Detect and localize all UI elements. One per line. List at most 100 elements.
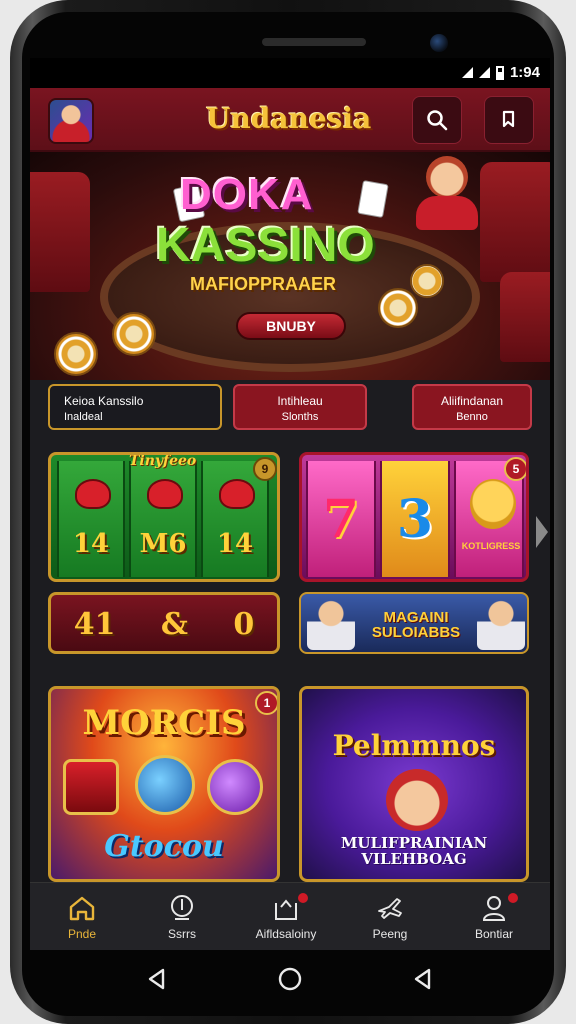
casino-chair <box>500 272 550 362</box>
character-icon <box>386 769 448 831</box>
nav-item-search[interactable]: Ssrrs <box>130 893 234 941</box>
options-button[interactable] <box>484 96 534 144</box>
home-circle-icon[interactable] <box>276 965 304 993</box>
chip-stack-icon <box>112 312 156 356</box>
status-bar: 1:94 <box>30 58 550 88</box>
game-tile-number-strip[interactable]: 41 & 0 <box>48 592 280 654</box>
banner-cta-button[interactable]: BNUBY <box>236 312 346 340</box>
cherry-icon <box>219 479 255 509</box>
game-grid: 14 M6 14 Tinyfeeo 9 7 3 KOTLIGRESS 5 41 … <box>30 436 550 882</box>
game-tile-morcis[interactable]: MORCIS Gtocou 1 <box>48 686 280 882</box>
user-icon <box>482 896 506 921</box>
casino-chair <box>480 162 550 282</box>
category-tab-label: Intihleau <box>277 394 323 408</box>
search-icon <box>427 110 448 131</box>
nav-label: Peeng <box>372 927 408 941</box>
category-tab-label: Aliifindanan <box>440 394 504 408</box>
category-tabs: Keioa Kanssilo Inaldeal Intihleau Slonth… <box>30 380 550 436</box>
game-subtitle: MULIFPRAINIAN VILEHBOAG <box>302 835 526 867</box>
nav-item-play[interactable]: Peeng <box>338 893 442 941</box>
nav-item-home[interactable]: Pnde <box>30 893 134 941</box>
system-navigation-bar <box>30 950 550 1008</box>
strip-number: 0 <box>233 607 255 642</box>
game-subtitle: Gtocou <box>104 829 224 864</box>
bookmark-icon <box>502 110 515 128</box>
chip-stack-icon <box>54 332 98 376</box>
bottom-navigation: Pnde Ssrrs Aifldsaloiny Peeng Bontiar <box>30 882 550 950</box>
reel-symbol: 3 <box>396 489 434 550</box>
category-tab-2[interactable]: Intihleau Slonths <box>233 384 367 430</box>
game-tile-players-strip[interactable]: MAGAINI SULOIABBS <box>299 592 529 654</box>
globe-symbol <box>135 755 195 815</box>
game-title: MORCIS <box>82 703 246 743</box>
category-tab-1[interactable]: Keioa Kanssilo Inaldeal <box>48 384 222 430</box>
signal-icon <box>478 67 490 78</box>
notification-dot <box>298 893 308 903</box>
avatar[interactable] <box>48 98 94 144</box>
nav-label: Pnde <box>67 927 97 941</box>
game-tag: Tinyfeeo <box>129 453 197 469</box>
globe-icon <box>171 895 193 920</box>
app-header: Undanesia <box>30 88 550 152</box>
category-tab-sublabel: Benno <box>456 411 488 423</box>
slot-reel: 3 <box>380 461 450 577</box>
slot-reel: M6 <box>129 461 197 577</box>
game-subtitle-line2: VILEHBOAG <box>361 850 467 868</box>
nav-label: Bontiar <box>474 927 514 941</box>
game-badge: 5 <box>504 457 526 481</box>
reel-value: M6 <box>139 529 187 559</box>
slot-reel: 7 <box>306 461 376 577</box>
nav-item-profile[interactable]: Bontiar <box>442 893 546 941</box>
mascot-icon <box>470 479 516 529</box>
strip-number: & <box>160 607 188 642</box>
battery-icon <box>495 65 504 80</box>
strip-title: MAGAINI SULOIABBS <box>353 610 479 640</box>
front-camera <box>430 34 448 52</box>
app-logo-title: Undanesia <box>206 102 372 135</box>
back-icon[interactable] <box>143 965 171 993</box>
recents-icon[interactable] <box>409 965 437 993</box>
game-badge: 9 <box>253 457 277 481</box>
app-screen: 1:94 Undanesia DOKA KASSINO MAFIOPPRAAER… <box>30 58 550 950</box>
inbox-icon <box>275 899 297 920</box>
slot-reel: 14 <box>57 461 125 577</box>
nav-label: Aifldsaloiny <box>255 927 317 941</box>
category-tab-sublabel: Slonths <box>281 411 319 423</box>
notification-dot <box>508 893 518 903</box>
mascot-label: KOTLIGRESS <box>461 541 521 551</box>
reel-value: 14 <box>72 529 110 559</box>
game-badge: 1 <box>255 691 277 715</box>
casino-chair <box>30 172 90 292</box>
category-tab-sublabel: Inaldeal <box>64 411 103 423</box>
hero-banner[interactable]: DOKA KASSINO MAFIOPPRAAER BNUBY <box>30 152 550 380</box>
strip-numbers: 41 & 0 <box>51 607 277 642</box>
banner-subtitle: MAFIOPPRAAER <box>190 274 337 294</box>
cherry-icon <box>147 479 183 509</box>
category-tab-3[interactable]: Aliifindanan Benno <box>412 384 532 430</box>
banner-title-line1: DOKA <box>180 170 314 219</box>
wifi-icon <box>461 67 473 78</box>
reel-symbol: 7 <box>322 489 360 550</box>
carousel-next-icon[interactable] <box>536 516 548 548</box>
player-avatar <box>477 598 525 650</box>
dealer-mascot <box>412 156 482 230</box>
search-button[interactable] <box>412 96 462 144</box>
strip-title-line2: SULOIABBS <box>371 624 461 641</box>
nav-label: Ssrrs <box>168 927 196 941</box>
playing-card <box>357 180 389 218</box>
reel-value: 14 <box>216 529 254 559</box>
banner-title-line2: KASSINO <box>156 219 375 272</box>
ball-symbol <box>207 759 263 815</box>
strip-number: 41 <box>73 607 116 642</box>
chip-stack-icon <box>378 288 418 328</box>
status-icons: 1:94 <box>461 64 540 81</box>
game-tile-fruit-slot[interactable]: 14 M6 14 Tinyfeeo 9 <box>48 452 280 582</box>
game-title: Pelmmnos <box>332 729 496 762</box>
symbol-tile <box>63 759 119 815</box>
chip-stack-icon <box>410 264 444 298</box>
home-icon <box>69 896 95 921</box>
nav-item-activity[interactable]: Aifldsaloiny <box>234 893 338 941</box>
game-tile-pelmmnos[interactable]: Pelmmnos MULIFPRAINIAN VILEHBOAG <box>299 686 529 882</box>
game-tile-sevens-slot[interactable]: 7 3 KOTLIGRESS 5 <box>299 452 529 582</box>
plane-icon <box>378 898 402 919</box>
